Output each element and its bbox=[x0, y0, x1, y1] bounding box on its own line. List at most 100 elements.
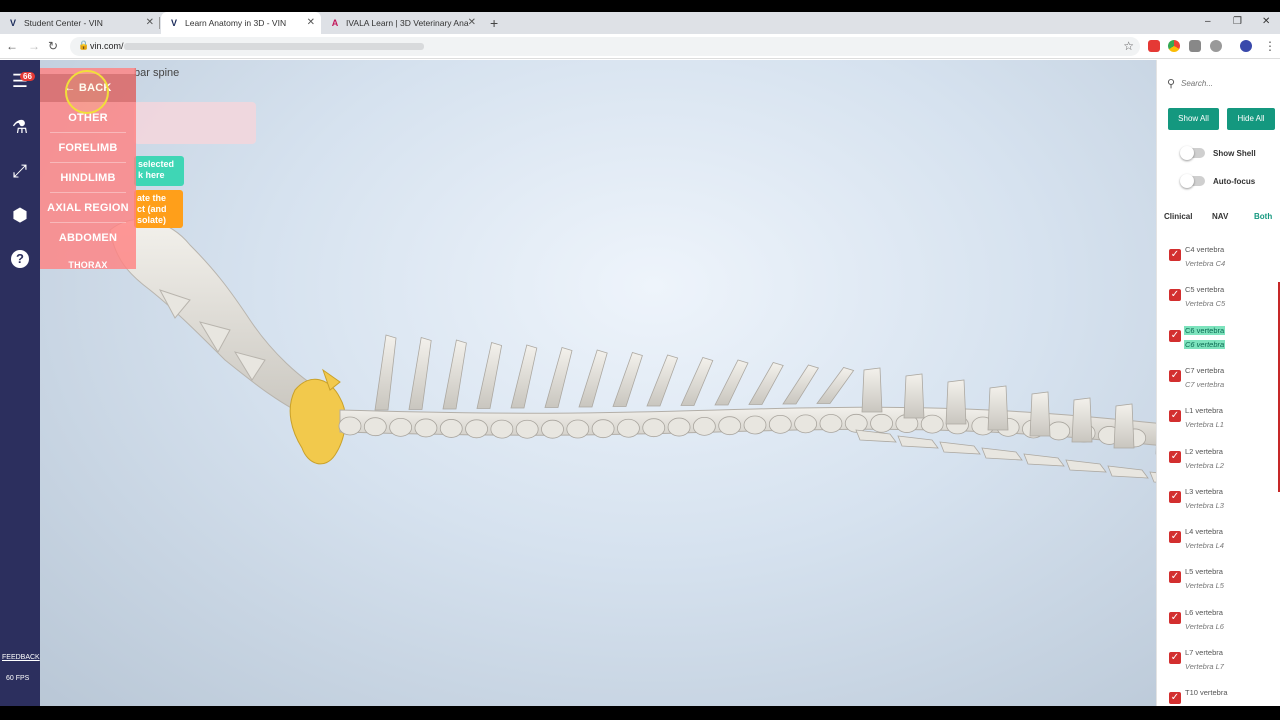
lumbar-process bbox=[903, 373, 925, 419]
list-item[interactable]: ✓ L6 vertebra Vertebra L6 bbox=[1165, 608, 1275, 642]
new-tab-button[interactable]: + bbox=[490, 15, 498, 31]
tab-close-icon[interactable]: ✕ bbox=[146, 17, 154, 28]
visibility-checkbox[interactable]: ✓ bbox=[1169, 611, 1181, 624]
tab-student-center[interactable]: V Student Center - VIN ✕ bbox=[0, 12, 160, 34]
spinous-process bbox=[476, 341, 503, 409]
tab-close-icon[interactable]: ✕ bbox=[307, 17, 315, 28]
structure-name: C5 vertebra bbox=[1185, 285, 1225, 295]
isolate-hint[interactable]: ate the ct (and solate) bbox=[134, 190, 183, 228]
list-item[interactable]: ✓ L7 vertebra Vertebra L7 bbox=[1165, 648, 1275, 682]
tab-strip: V Student Center - VIN ✕ V Learn Anatomy… bbox=[0, 12, 1280, 34]
tab-close-icon[interactable]: ✕ bbox=[468, 17, 476, 28]
c6-vertebra-highlighted[interactable] bbox=[289, 378, 346, 465]
visibility-checkbox[interactable]: ✓ bbox=[1169, 249, 1181, 261]
list-item[interactable]: ✓ L5 vertebra Vertebra L5 bbox=[1165, 567, 1275, 601]
tab-both[interactable]: Both bbox=[1254, 212, 1272, 221]
tab-clinical[interactable]: Clinical bbox=[1164, 212, 1192, 221]
list-item[interactable]: ✓ L3 vertebra Vertebra L3 bbox=[1165, 487, 1275, 521]
reload-icon[interactable]: ↻ bbox=[48, 39, 58, 53]
selection-hint[interactable]: selected k here bbox=[134, 156, 184, 186]
list-item[interactable]: ✓ C7 vertebra C7 vertebra bbox=[1165, 366, 1275, 400]
back-arrow-icon[interactable]: ← bbox=[6, 39, 18, 53]
structure-latin-name: Vertebra L5 bbox=[1185, 581, 1224, 591]
feedback-link[interactable]: FEEDBACK bbox=[2, 654, 40, 661]
menu-item-axial-region[interactable]: AXIAL REGION bbox=[40, 202, 136, 214]
vertebral-body bbox=[743, 415, 767, 435]
divider bbox=[50, 132, 126, 133]
hide-all-button[interactable]: Hide All bbox=[1227, 108, 1275, 130]
toggle-switch[interactable] bbox=[1180, 146, 1205, 160]
list-item[interactable]: ✓ L4 vertebra Vertebra L4 bbox=[1165, 527, 1275, 561]
visibility-checkbox[interactable]: ✓ bbox=[1169, 490, 1181, 503]
search-icon: ⚲ bbox=[1167, 78, 1176, 90]
minimize-button[interactable]: – bbox=[1205, 16, 1211, 27]
extension-icon[interactable] bbox=[1148, 40, 1160, 52]
visibility-checkbox[interactable]: ✓ bbox=[1169, 289, 1181, 302]
visibility-checkbox[interactable]: ✓ bbox=[1169, 329, 1181, 342]
spinous-process bbox=[714, 359, 749, 406]
bookmark-star-icon[interactable]: ☆ bbox=[1123, 39, 1134, 53]
list-item[interactable]: ✓ L2 vertebra Vertebra L2 bbox=[1165, 447, 1275, 481]
address-bar: ← → ↻ 🔒 vin.com/ ☆ ⋮ bbox=[0, 34, 1280, 59]
spinous-process bbox=[782, 364, 820, 405]
spinous-process bbox=[510, 344, 538, 409]
visibility-checkbox[interactable]: ✓ bbox=[1169, 450, 1181, 463]
list-item[interactable]: ✓ T10 vertebra bbox=[1165, 688, 1275, 706]
menu-item-forelimb[interactable]: FORELIMB bbox=[40, 142, 136, 154]
vertebral-body bbox=[566, 419, 590, 439]
transverse-process bbox=[1107, 465, 1149, 479]
fps-counter: 60 FPS bbox=[6, 675, 30, 682]
menu-item-thorax[interactable]: THORAX bbox=[40, 260, 136, 269]
forward-arrow-icon[interactable]: → bbox=[28, 39, 40, 53]
show-shell-toggle[interactable]: Show Shell bbox=[1180, 146, 1256, 160]
visibility-checkbox[interactable]: ✓ bbox=[1169, 410, 1181, 423]
fullscreen-icon[interactable]: ⤢ bbox=[8, 159, 32, 183]
maximize-button[interactable]: ❐ bbox=[1233, 16, 1242, 27]
visibility-checkbox[interactable]: ✓ bbox=[1169, 531, 1181, 544]
extension-icon[interactable] bbox=[1189, 40, 1201, 52]
tab-ivala[interactable]: A IVALA Learn | 3D Veterinary Ana ✕ bbox=[322, 12, 482, 34]
list-item[interactable]: ✓ C4 vertebra Vertebra C4 bbox=[1165, 245, 1275, 279]
vertebral-body bbox=[617, 418, 640, 438]
list-item[interactable]: ✓ C5 vertebra Vertebra C5 bbox=[1165, 285, 1275, 319]
visibility-checkbox[interactable]: ✓ bbox=[1169, 369, 1181, 382]
breadcrumb: bar spine bbox=[134, 67, 180, 79]
profile-avatar[interactable] bbox=[1240, 40, 1252, 52]
vertebral-body bbox=[591, 419, 615, 439]
cube-icon[interactable]: ⬢ bbox=[8, 203, 32, 227]
extension-icon[interactable] bbox=[1210, 40, 1222, 52]
ivala-favicon-icon: A bbox=[331, 18, 339, 28]
divider bbox=[50, 162, 126, 163]
lumbar-process bbox=[945, 379, 967, 425]
3d-viewport[interactable]: bar spine selected k here ate the ct (an… bbox=[40, 60, 1156, 706]
close-window-button[interactable]: ✕ bbox=[1262, 16, 1270, 27]
tab-learn-anatomy[interactable]: V Learn Anatomy in 3D - VIN ✕ bbox=[161, 12, 321, 34]
toggle-switch[interactable] bbox=[1180, 174, 1205, 188]
url-field[interactable]: 🔒 vin.com/ ☆ bbox=[70, 37, 1140, 56]
menu-item-abdomen[interactable]: ABDOMEN bbox=[40, 232, 136, 244]
search-input[interactable] bbox=[1181, 75, 1273, 91]
menu-item-hindlimb[interactable]: HINDLIMB bbox=[40, 172, 136, 184]
spinous-process bbox=[442, 339, 467, 410]
auto-focus-toggle[interactable]: Auto-focus bbox=[1180, 174, 1255, 188]
visibility-checkbox[interactable]: ✓ bbox=[1169, 571, 1181, 584]
cursor-highlight bbox=[65, 70, 109, 114]
structure-name: C4 vertebra bbox=[1185, 245, 1225, 254]
structure-latin-name: Vertebra L2 bbox=[1185, 460, 1224, 470]
spine-model[interactable] bbox=[40, 60, 1156, 706]
list-item[interactable]: ✓ L1 vertebra Vertebra L1 bbox=[1165, 406, 1275, 440]
spinous-process bbox=[816, 367, 855, 404]
visibility-checkbox[interactable]: ✓ bbox=[1169, 652, 1181, 664]
notification-badge: 66 bbox=[20, 72, 35, 81]
structure-latin-name: C6 vertebra bbox=[1184, 339, 1226, 349]
extension-icon[interactable] bbox=[1168, 40, 1180, 52]
tab-nav[interactable]: NAV bbox=[1212, 212, 1228, 221]
help-icon[interactable]: ? bbox=[8, 247, 32, 271]
list-item[interactable]: ✓ C6 vertebra C6 vertebra bbox=[1165, 325, 1275, 360]
visibility-checkbox[interactable]: ✓ bbox=[1169, 692, 1181, 705]
menu-dots-icon[interactable]: ⋮ bbox=[1264, 39, 1276, 53]
flask-icon[interactable]: ⚗ bbox=[8, 115, 32, 139]
divider bbox=[50, 222, 126, 223]
structure-latin-name: Vertebra L6 bbox=[1185, 621, 1224, 631]
show-all-button[interactable]: Show All bbox=[1168, 108, 1219, 130]
